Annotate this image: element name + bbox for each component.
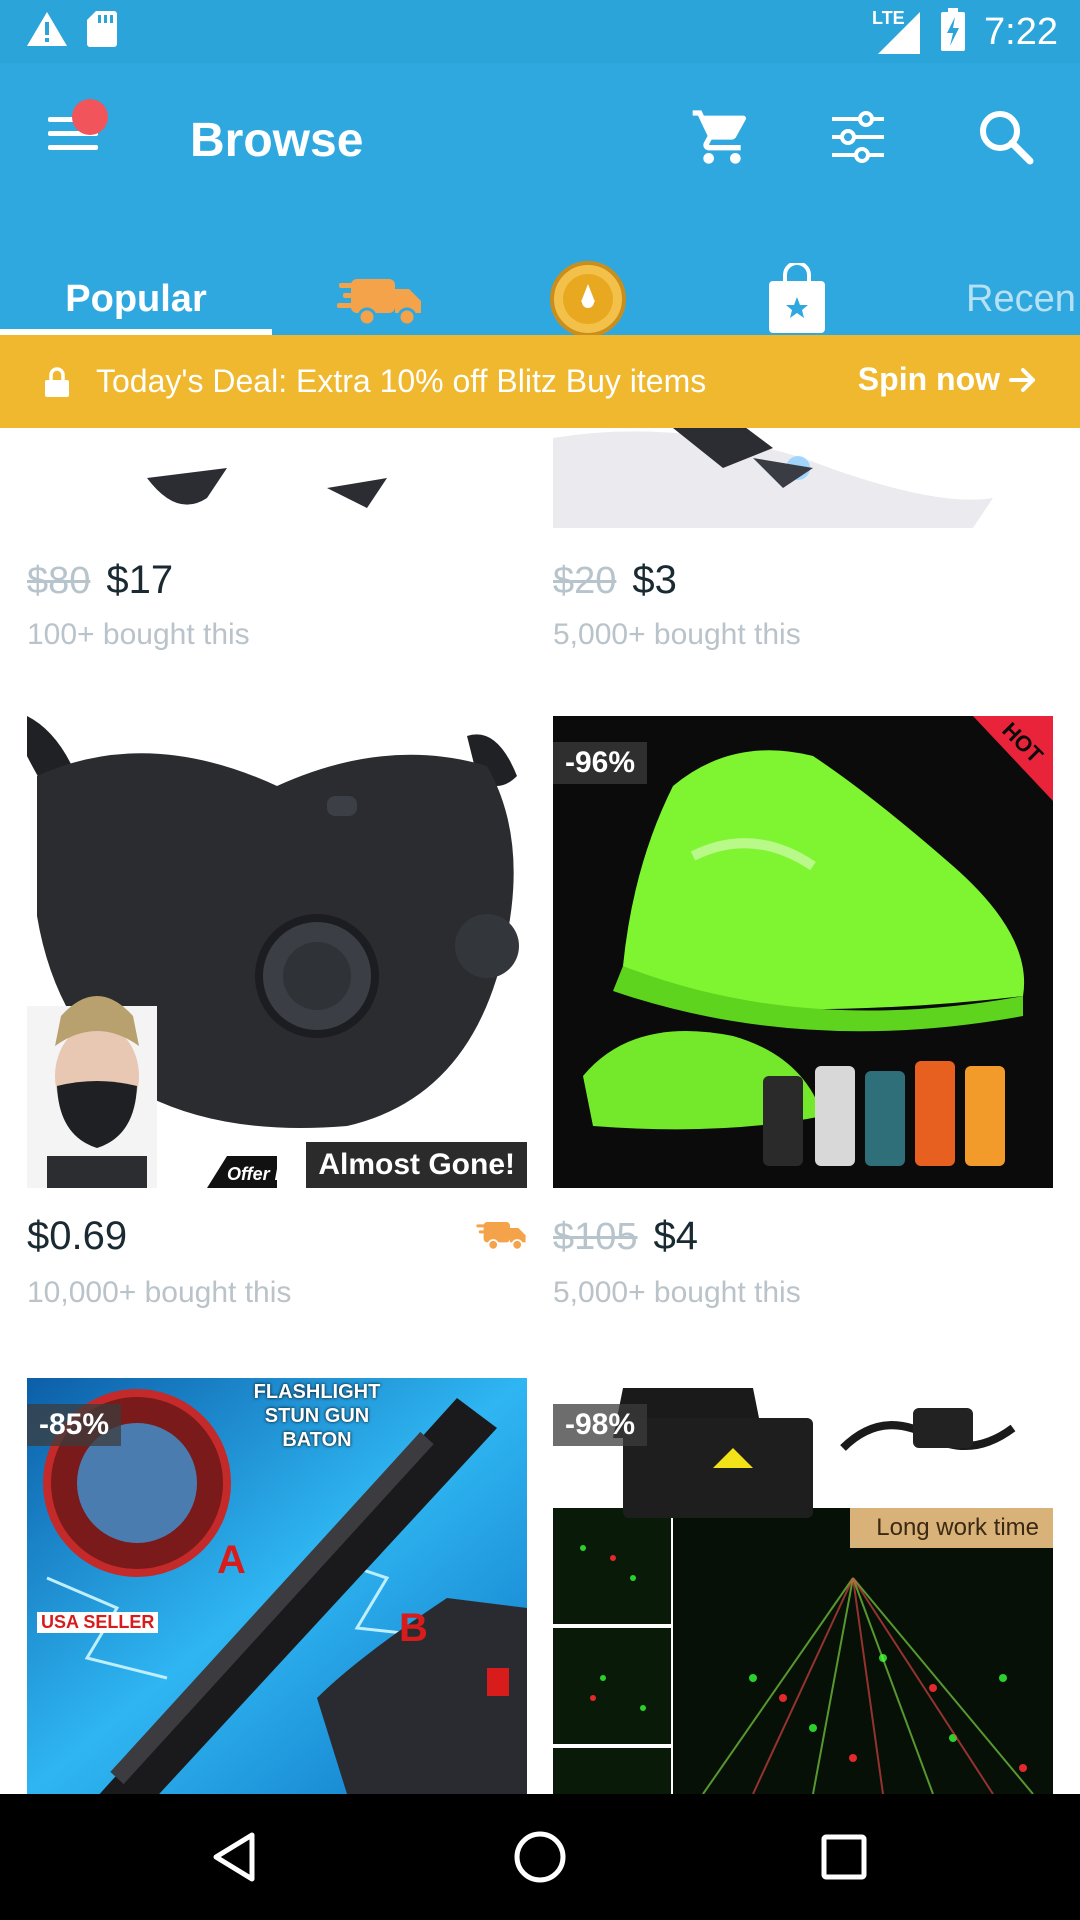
arrow-right-icon <box>1009 367 1035 392</box>
filter-icon <box>832 111 884 163</box>
price: $0.69 <box>27 1214 128 1258</box>
tab-label: Recen <box>966 277 1076 320</box>
battery-charging-icon <box>940 7 966 57</box>
product-image <box>553 428 1053 528</box>
product-image: FLASHLIGHT STUN GUN BATON A B USA SELLER… <box>27 1378 527 1794</box>
warning-icon <box>26 11 68 52</box>
price: $3 <box>632 558 677 602</box>
fast-shipping-icon <box>476 1222 526 1251</box>
home-icon <box>514 1831 566 1883</box>
bought-count: 5,000+ bought this <box>553 1276 801 1309</box>
product-card[interactable]: Offer B Almost Gone! $0.69 10,000+ bough… <box>27 716 527 1316</box>
tab-popular[interactable]: Popular <box>0 263 272 335</box>
almost-gone-label: Almost Gone! <box>306 1142 527 1188</box>
blitz-buy-coin-icon <box>550 261 626 337</box>
product-grid: $80 $17 100+ bought this $20 $3 5,000+ b… <box>0 428 1080 1794</box>
discount-badge: -98% <box>553 1404 648 1446</box>
product-card[interactable]: FLASHLIGHT STUN GUN BATON A B USA SELLER… <box>27 1378 527 1794</box>
app-bar: Browse Popular Recen <box>0 63 1080 337</box>
notification-dot <box>72 99 108 135</box>
recents-icon <box>821 1834 867 1880</box>
cart-button[interactable] <box>690 105 754 169</box>
bought-count: 10,000+ bought this <box>27 1276 292 1309</box>
tab-blitz-buy[interactable] <box>544 261 632 337</box>
fast-shipping-truck-icon <box>337 279 421 327</box>
tab-label: Popular <box>65 277 207 320</box>
product-card[interactable]: Long work time -98% <box>553 1378 1053 1794</box>
spin-now-label: Spin now <box>857 361 1000 397</box>
original-price: $105 <box>553 1216 638 1258</box>
home-button[interactable] <box>510 1827 570 1887</box>
recents-button[interactable] <box>814 1827 874 1887</box>
price: $17 <box>106 558 174 602</box>
long-work-time-tag: Long work time <box>850 1508 1053 1548</box>
tab-wishlist[interactable] <box>762 263 832 335</box>
original-price: $20 <box>553 560 617 602</box>
page-title: Browse <box>190 114 364 167</box>
product-card[interactable]: $80 $17 100+ bought this <box>27 428 527 651</box>
product-image: HOT -96% <box>553 716 1053 1188</box>
back-button[interactable] <box>206 1827 266 1887</box>
product-image: Offer B Almost Gone! <box>27 716 527 1188</box>
usa-seller-label: USA SELLER <box>37 1612 159 1633</box>
filter-button[interactable] <box>826 105 890 169</box>
shopping-bag-star-icon <box>769 263 825 333</box>
deal-text: Today's Deal: Extra 10% off Blitz Buy it… <box>96 363 707 399</box>
overlay-label-a: A <box>217 1538 246 1582</box>
bought-count: 100+ bought this <box>27 618 250 651</box>
discount-badge: -85% <box>27 1404 122 1446</box>
tab-recent[interactable]: Recen <box>966 263 1080 335</box>
cart-icon <box>692 110 747 164</box>
tab-fast-shipping[interactable] <box>330 263 430 335</box>
bought-count: 5,000+ bought this <box>553 618 801 651</box>
deal-banner[interactable]: Today's Deal: Extra 10% off Blitz Buy it… <box>0 335 1080 428</box>
price: $4 <box>653 1214 699 1258</box>
offer-overlay-text: Offer B <box>227 1164 288 1184</box>
spin-now-button[interactable]: Spin now <box>858 361 1038 398</box>
network-type: LTE <box>872 8 905 28</box>
overlay-label-b: B <box>399 1606 428 1650</box>
lock-icon <box>45 367 69 397</box>
sd-card-icon <box>86 10 118 53</box>
system-nav-bar <box>0 1794 1080 1920</box>
category-tabs: Popular Recen <box>0 261 1080 337</box>
clock: 7:22 <box>984 11 1058 53</box>
discount-badge: -96% <box>553 742 648 784</box>
product-card[interactable]: $20 $3 5,000+ bought this <box>553 428 1053 651</box>
signal-icon: LTE <box>872 8 922 56</box>
original-price: $80 <box>27 560 91 602</box>
product-card[interactable]: HOT -96% $105 $4 5,000+ bought this <box>553 716 1053 1316</box>
product-overlay-title: FLASHLIGHT STUN GUN BATON <box>253 1381 381 1451</box>
product-image <box>27 428 527 528</box>
status-bar: LTE 7:22 <box>0 0 1080 63</box>
product-image: Long work time -98% <box>553 1378 1053 1794</box>
back-icon <box>213 1832 255 1882</box>
search-button[interactable] <box>974 105 1038 169</box>
search-icon <box>980 111 1034 165</box>
